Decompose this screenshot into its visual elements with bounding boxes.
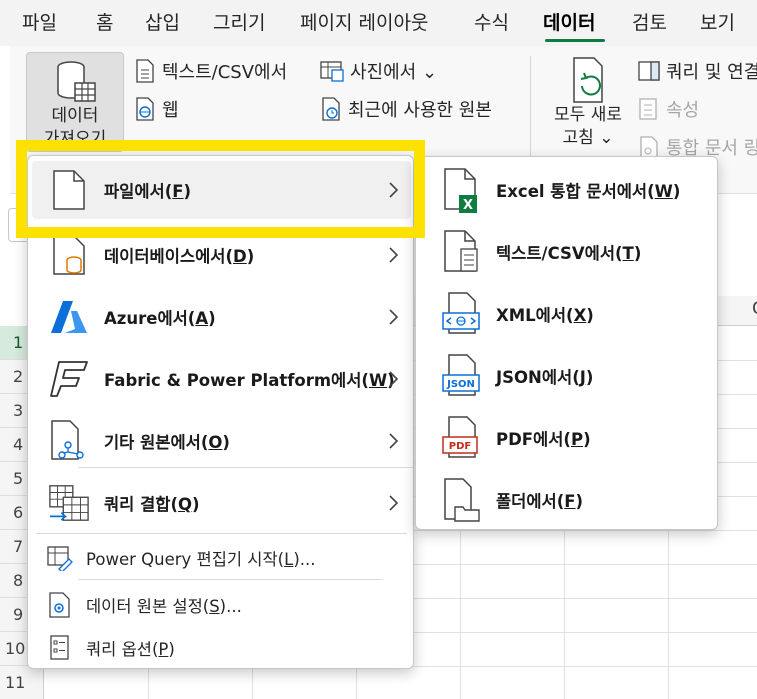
tab-view[interactable]: 보기 [700,8,735,35]
json-icon: JSON [440,351,482,401]
properties-button[interactable]: 속성 [638,96,699,122]
azure-icon [48,292,90,342]
database-icon [53,59,97,105]
row-header-11[interactable]: 11 [0,666,44,699]
menu-item-from-other-sources-label: 기타 원본에서(O) [104,433,230,452]
submenu-item-from-excel[interactable]: X Excel 통합 문서에서(W) [420,163,715,217]
web-icon [136,97,154,121]
submenu-item-from-json[interactable]: JSON JSON에서(J) [420,349,715,403]
queries-pane-icon [638,61,660,81]
tab-home[interactable]: 홈 [96,8,113,35]
submenu-item-from-excel-label: Excel 통합 문서에서(W) [496,182,681,201]
menu-item-combine-queries-label: 쿼리 결합(Q) [104,495,200,514]
power-query-editor-icon [46,544,74,572]
submenu-item-from-pdf[interactable]: PDF PDF에서(P) [420,411,715,465]
menu-divider [78,467,413,468]
from-web-button[interactable]: 웹 [134,96,179,122]
from-picture-label: 사진에서 ⌄ [350,62,438,83]
data-source-settings-icon [46,591,74,619]
menu-item-from-azure[interactable]: Azure에서(A) [32,290,411,344]
submenu-item-from-folder[interactable]: 폴더에서(F) [420,473,715,527]
folder-icon [440,475,482,525]
fabric-icon [48,354,90,404]
submenu-item-from-folder-label: 폴더에서(F) [496,492,584,511]
refresh-icon [566,56,610,104]
tab-insert[interactable]: 삽입 [145,8,180,35]
from-picture-button[interactable]: 사진에서 ⌄ [320,58,437,84]
pdf-icon: PDF [440,413,482,463]
ribbon-tab-bar: 파일 홈 삽입 그리기 페이지 레이아웃 수식 데이터 검토 보기 [0,0,757,46]
get-data-button[interactable]: 데이터 가져오기 [26,52,124,152]
recent-sources-label: 최근에 사용한 원본 [348,100,492,121]
properties-label: 속성 [666,100,700,121]
queries-connections-label: 쿼리 및 연결 [666,62,757,83]
column-header-g[interactable]: G [752,298,757,319]
recent-sources-icon [322,97,340,121]
menu-divider [36,533,407,534]
chevron-right-icon [389,309,399,325]
pdf-icon-text: PDF [449,441,471,452]
submenu-item-from-text-csv[interactable]: 텍스트/CSV에서(T) [420,225,715,279]
menu-item-from-database-label: 데이터베이스에서(D) [104,247,255,266]
properties-icon [639,98,657,120]
submenu-item-from-xml-label: XML에서(X) [496,306,594,325]
recent-sources-button[interactable]: 최근에 사용한 원본 [320,96,492,122]
chevron-right-icon [389,433,399,449]
tab-draw[interactable]: 그리기 [213,8,265,35]
menu-item-combine-queries[interactable]: 쿼리 결합(Q) [32,476,411,530]
menu-item-from-other-sources[interactable]: 기타 원본에서(O) [32,414,411,468]
picture-icon [320,61,344,82]
edit-links-icon [640,136,658,158]
text-csv-icon [440,227,482,277]
menu-divider [78,579,383,580]
active-tab-indicator [545,39,605,42]
menu-item-from-fabric-label: Fabric & Power Platform에서(W) [104,371,395,390]
menu-item-launch-power-query-label: Power Query 편집기 시작(L)... [86,550,316,569]
from-web-label: 웹 [162,100,179,121]
refresh-all-label-line1: 모두 새로 [554,105,622,125]
submenu-item-from-json-label: JSON에서(J) [496,368,594,387]
refresh-all-label-line2: 고침 ⌄ [562,128,614,148]
menu-item-query-options[interactable]: 쿼리 옵션(P) [32,630,411,666]
combine-queries-icon [48,478,90,528]
from-text-csv-label: 텍스트/CSV에서 [162,62,288,83]
submenu-item-from-pdf-label: PDF에서(P) [496,430,591,449]
menu-item-from-azure-label: Azure에서(A) [104,309,216,328]
other-sources-icon [48,416,90,466]
excel-icon-letter: X [463,198,473,213]
json-icon-text: JSON [446,379,475,390]
text-file-icon [136,59,154,83]
menu-item-query-options-label: 쿼리 옵션(P) [86,640,175,659]
chevron-right-icon [389,371,399,387]
submenu-item-from-text-csv-label: 텍스트/CSV에서(T) [496,244,642,263]
refresh-all-button[interactable]: 모두 새로 고침 ⌄ [538,54,638,154]
chevron-right-icon [389,247,399,263]
from-text-csv-button[interactable]: 텍스트/CSV에서 [134,58,287,84]
menu-item-launch-power-query[interactable]: Power Query 편집기 시작(L)... [32,540,411,576]
menu-item-from-fabric[interactable]: Fabric & Power Platform에서(W) [32,352,411,406]
queries-connections-button[interactable]: 쿼리 및 연결 [638,58,757,84]
tab-page-layout[interactable]: 페이지 레이아웃 [300,8,428,35]
tab-review[interactable]: 검토 [632,8,667,35]
from-file-submenu: X Excel 통합 문서에서(W) 텍스트/CSV에서(T) XML에서(X)… [415,156,718,530]
menu-item-data-source-settings-label: 데이터 원본 설정(S)... [86,597,242,616]
tab-file[interactable]: 파일 [22,8,57,35]
excel-workbook-icon: X [440,165,482,215]
tab-formulas[interactable]: 수식 [474,8,509,35]
query-options-icon [46,634,74,662]
xml-icon [440,289,482,339]
get-data-label-line1: 데이터 [51,106,99,126]
submenu-item-from-xml[interactable]: XML에서(X) [420,287,715,341]
tab-data[interactable]: 데이터 [543,8,595,35]
menu-item-data-source-settings[interactable]: 데이터 원본 설정(S)... [32,587,411,623]
chevron-right-icon [389,495,399,511]
highlight-annotation-box [16,140,425,238]
